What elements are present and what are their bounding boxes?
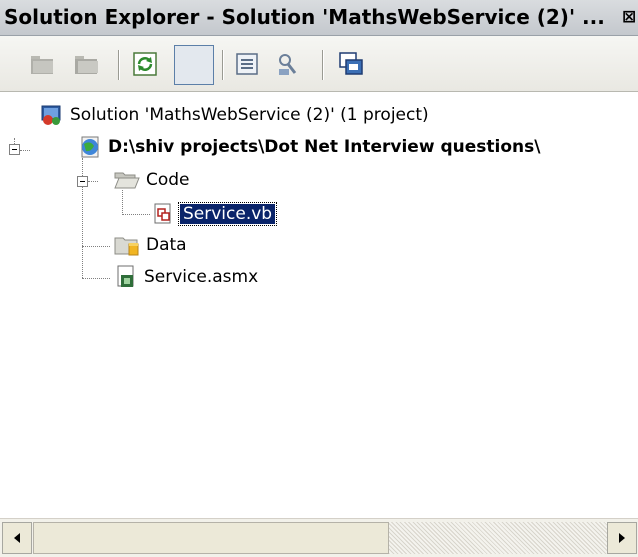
scroll-left-button[interactable] [2, 522, 32, 554]
new-folder-icon[interactable] [72, 50, 102, 78]
arrow-right-icon [619, 533, 625, 543]
collapse-toggle[interactable] [9, 144, 20, 155]
solution-icon [41, 105, 61, 125]
refresh-icon[interactable] [130, 50, 160, 78]
tree-line [122, 214, 150, 215]
solution-tree: Solution 'MathsWebService (2)' (1 projec… [0, 92, 638, 516]
service-asmx-label: Service.asmx [144, 267, 259, 287]
toolbar-separator [322, 50, 324, 80]
horizontal-scrollbar[interactable] [0, 518, 638, 557]
toolbar-separator [222, 50, 224, 80]
tree-line [82, 246, 110, 247]
scrollbar-thumb[interactable] [33, 522, 389, 554]
folder-up-icon[interactable] [28, 50, 58, 78]
open-folder-icon [114, 172, 140, 189]
tree-line [82, 278, 110, 279]
tree-line [122, 190, 123, 215]
collapse-toggle[interactable] [77, 176, 88, 187]
scrollbar-track[interactable] [389, 522, 607, 554]
toolbar [0, 36, 638, 92]
tree-line [20, 150, 30, 151]
properties-icon[interactable] [232, 50, 262, 78]
arrow-left-icon [14, 533, 20, 543]
app-data-folder-icon [114, 237, 139, 256]
code-folder-label: Code [146, 170, 190, 190]
tree-item-data-folder[interactable]: Data [114, 232, 187, 258]
solution-label: Solution 'MathsWebService (2)' (1 projec… [70, 105, 429, 125]
tree-line [88, 181, 98, 182]
tree-item-project[interactable]: D:\shiv projects\Dot Net Interview quest… [78, 134, 540, 160]
project-label: D:\shiv projects\Dot Net Interview quest… [108, 137, 541, 157]
title-bar: Solution Explorer - Solution 'MathsWebSe… [0, 0, 638, 36]
data-folder-label: Data [146, 235, 187, 255]
scroll-right-button[interactable] [607, 522, 637, 554]
asmx-file-icon [117, 265, 134, 287]
toolbar-separator [118, 50, 120, 80]
tree-item-code-folder[interactable]: Code [114, 167, 190, 193]
tree-item-service-vb[interactable]: Service.vb [152, 201, 278, 227]
tree-item-solution[interactable]: Solution 'MathsWebService (2)' (1 projec… [40, 102, 429, 128]
window-title: Solution Explorer - Solution 'MathsWebSe… [4, 5, 605, 29]
close-icon[interactable]: ⊠ [622, 7, 638, 27]
view-code-icon[interactable] [274, 50, 304, 78]
web-project-icon [81, 136, 99, 158]
vb-file-icon [154, 203, 171, 224]
nested-files-icon[interactable] [174, 45, 214, 85]
service-vb-label: Service.vb [177, 202, 278, 226]
class-view-icon[interactable] [336, 50, 366, 78]
tree-item-service-asmx[interactable]: Service.asmx [114, 264, 258, 290]
